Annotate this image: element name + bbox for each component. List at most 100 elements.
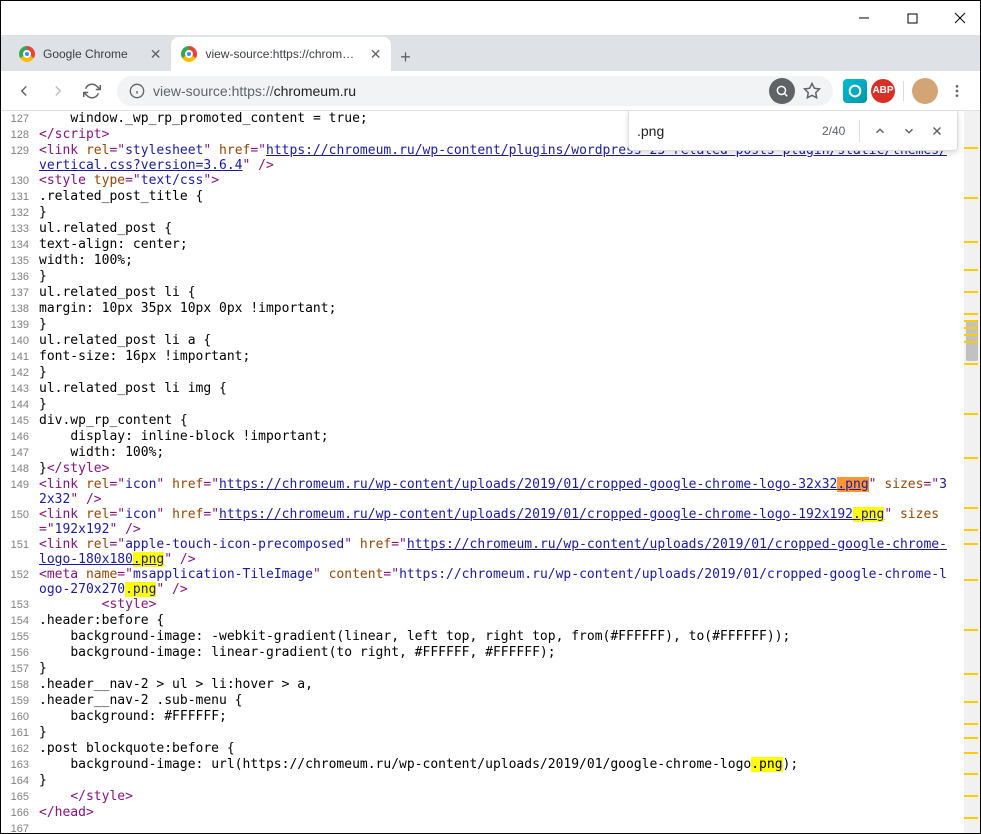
- profile-avatar[interactable]: [912, 78, 938, 104]
- line-number: 143: [1, 381, 39, 397]
- source-line: 160 background: #FFFFFF;: [1, 709, 964, 725]
- line-number: 161: [1, 725, 39, 741]
- source-line: 161}: [1, 725, 964, 741]
- line-code[interactable]: text-align: center;: [39, 237, 964, 252]
- line-number: 135: [1, 253, 39, 269]
- source-code-view[interactable]: 127 window._wp_rp_promoted_content = tru…: [1, 111, 964, 833]
- line-code[interactable]: [39, 821, 964, 833]
- minimize-button[interactable]: [854, 8, 874, 28]
- find-next-button[interactable]: [896, 117, 920, 145]
- line-code[interactable]: }: [39, 365, 964, 380]
- line-code[interactable]: .header__nav-2 .sub-menu {: [39, 693, 964, 708]
- line-code[interactable]: </style>: [39, 789, 964, 804]
- line-code[interactable]: <link rel="icon" href="https://chromeum.…: [39, 477, 964, 507]
- new-tab-button[interactable]: +: [391, 43, 419, 71]
- source-line: 139}: [1, 317, 964, 333]
- find-close-button[interactable]: [925, 117, 949, 145]
- forward-button[interactable]: [43, 76, 73, 106]
- line-code[interactable]: ul.related_post li {: [39, 285, 964, 300]
- line-code[interactable]: }: [39, 661, 964, 676]
- chrome-icon: [181, 46, 197, 62]
- line-number: 141: [1, 349, 39, 365]
- line-code[interactable]: .post blockquote:before {: [39, 741, 964, 756]
- line-code[interactable]: ul.related_post {: [39, 221, 964, 236]
- line-code[interactable]: width: 100%;: [39, 253, 964, 268]
- source-line: 144}: [1, 397, 964, 413]
- line-code[interactable]: <link rel="icon" href="https://chromeum.…: [39, 507, 964, 537]
- source-line: 152<meta name="msapplication-TileImage" …: [1, 567, 964, 597]
- scrollbar[interactable]: [964, 111, 980, 833]
- separator: [859, 120, 860, 142]
- line-code[interactable]: <link rel="apple-touch-icon-precomposed"…: [39, 537, 964, 567]
- line-number: 140: [1, 333, 39, 349]
- close-button[interactable]: [950, 8, 970, 28]
- line-number: 151: [1, 537, 39, 553]
- line-code[interactable]: .related_post_title {: [39, 189, 964, 204]
- tab-view-source[interactable]: view-source:https://chromeum.ru ✕: [171, 37, 391, 71]
- source-line: 149<link rel="icon" href="https://chrome…: [1, 477, 964, 507]
- tab-title: Google Chrome: [43, 47, 128, 61]
- line-number: 146: [1, 429, 39, 445]
- line-code[interactable]: }: [39, 397, 964, 412]
- line-code[interactable]: background-image: -webkit-gradient(linea…: [39, 629, 964, 644]
- source-line: 164}: [1, 773, 964, 789]
- menu-button[interactable]: [942, 76, 972, 106]
- line-code[interactable]: }: [39, 317, 964, 332]
- bookmark-icon[interactable]: [803, 82, 821, 100]
- line-code[interactable]: background-image: url(https://chromeum.r…: [39, 757, 964, 772]
- line-code[interactable]: <style type="text/css">: [39, 173, 964, 188]
- line-code[interactable]: <meta name="msapplication-TileImage" con…: [39, 567, 964, 597]
- close-icon[interactable]: ✕: [370, 46, 382, 63]
- line-code[interactable]: ul.related_post li a {: [39, 333, 964, 348]
- line-code[interactable]: }</style>: [39, 461, 964, 476]
- line-code[interactable]: }: [39, 773, 964, 788]
- source-line: 155 background-image: -webkit-gradient(l…: [1, 629, 964, 645]
- line-code[interactable]: background-image: linear-gradient(to rig…: [39, 645, 964, 660]
- line-number: 162: [1, 741, 39, 757]
- line-code[interactable]: <style>: [39, 597, 964, 612]
- line-code[interactable]: }: [39, 205, 964, 220]
- line-code[interactable]: .header:before {: [39, 613, 964, 628]
- address-bar[interactable]: view-source:https://chromeum.ru: [117, 76, 833, 106]
- find-bar: 2/40: [628, 111, 958, 151]
- back-button[interactable]: [9, 76, 39, 106]
- line-code[interactable]: margin: 10px 35px 10px 0px !important;: [39, 301, 964, 316]
- source-line: 147 width: 100%;: [1, 445, 964, 461]
- line-code[interactable]: width: 100%;: [39, 445, 964, 460]
- source-line: 143ul.related_post li img {: [1, 381, 964, 397]
- source-line: 159.header__nav-2 .sub-menu {: [1, 693, 964, 709]
- source-line: 131.related_post_title {: [1, 189, 964, 205]
- line-code[interactable]: }: [39, 269, 964, 284]
- search-in-page-icon[interactable]: [769, 78, 795, 104]
- find-input[interactable]: [637, 123, 818, 139]
- line-code[interactable]: background: #FFFFFF;: [39, 709, 964, 724]
- line-code[interactable]: .header__nav-2 > ul > li:hover > a,: [39, 677, 964, 692]
- info-icon: [129, 83, 145, 99]
- tab-title: view-source:https://chromeum.ru: [205, 47, 355, 61]
- line-number: 166: [1, 805, 39, 821]
- line-code[interactable]: display: inline-block !important;: [39, 429, 964, 444]
- line-number: 163: [1, 757, 39, 773]
- close-icon[interactable]: ✕: [150, 46, 162, 63]
- line-code[interactable]: </head>: [39, 805, 964, 820]
- source-line: 146 display: inline-block !important;: [1, 429, 964, 445]
- toolbar: view-source:https://chromeum.ru ABP: [1, 71, 980, 111]
- line-number: 165: [1, 789, 39, 805]
- adblock-icon[interactable]: ABP: [871, 79, 895, 103]
- line-code[interactable]: ul.related_post li img {: [39, 381, 964, 396]
- line-code[interactable]: font-size: 16px !important;: [39, 349, 964, 364]
- reload-button[interactable]: [77, 76, 107, 106]
- find-prev-button[interactable]: [868, 117, 892, 145]
- line-number: 138: [1, 301, 39, 317]
- source-line: 157}: [1, 661, 964, 677]
- source-line: 166</head>: [1, 805, 964, 821]
- line-code[interactable]: }: [39, 725, 964, 740]
- source-line: 134text-align: center;: [1, 237, 964, 253]
- source-line: 151<link rel="apple-touch-icon-precompos…: [1, 537, 964, 567]
- extension-icon-1[interactable]: [843, 79, 867, 103]
- maximize-button[interactable]: [902, 8, 922, 28]
- line-code[interactable]: div.wp_rp_content {: [39, 413, 964, 428]
- line-number: 127: [1, 111, 39, 127]
- line-number: 136: [1, 269, 39, 285]
- tab-google-chrome[interactable]: Google Chrome ✕: [9, 37, 171, 71]
